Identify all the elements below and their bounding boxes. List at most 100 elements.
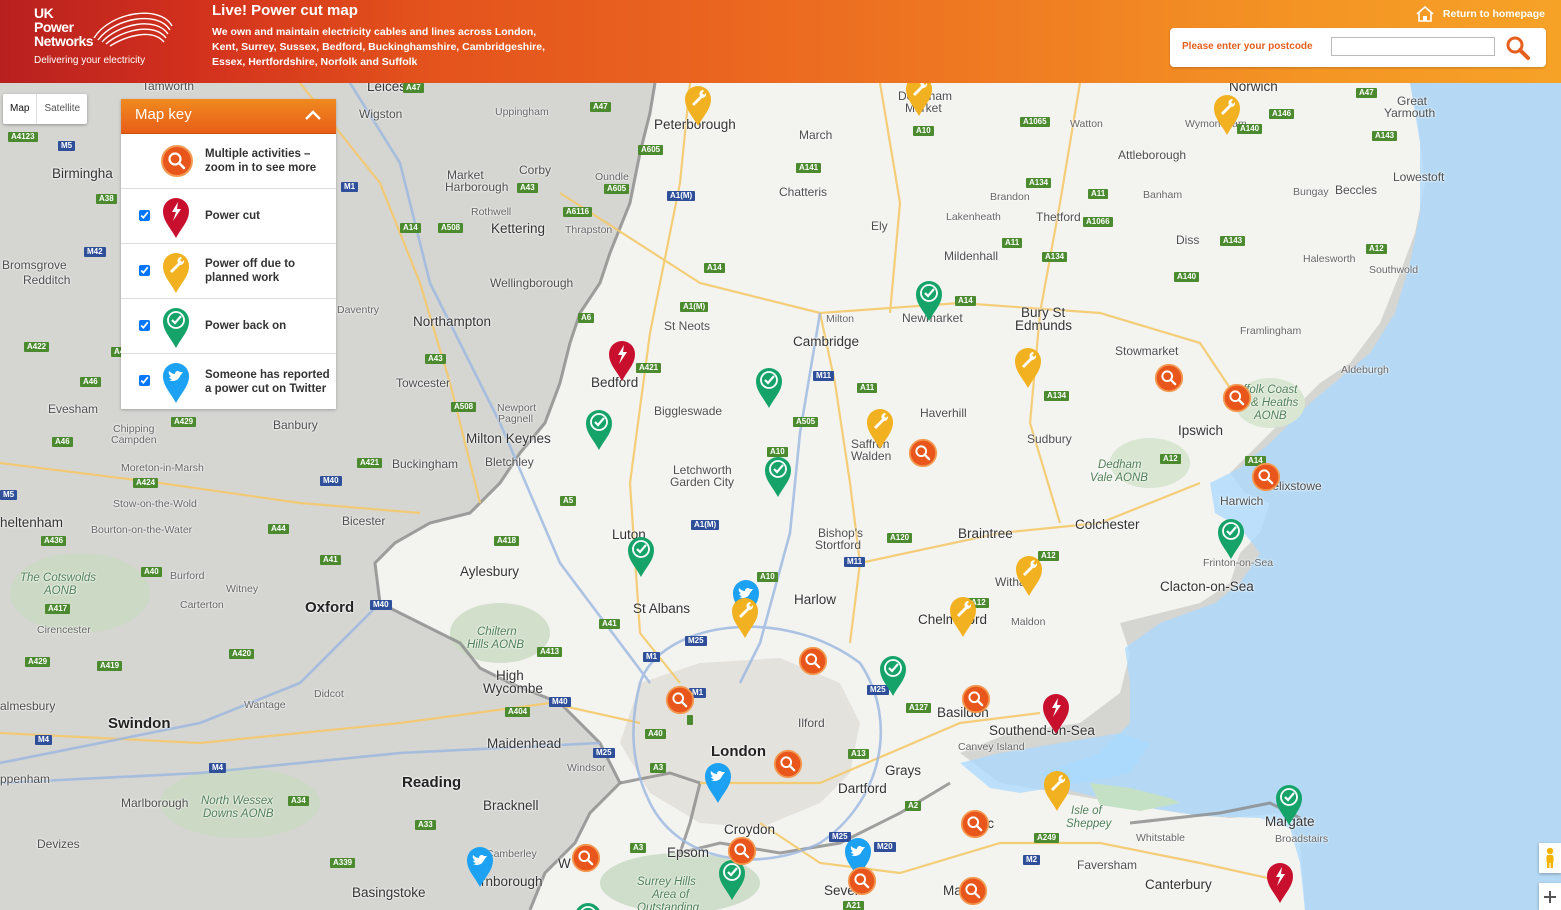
place-label: Hills AONB — [467, 639, 525, 651]
power-cut-map[interactable]: Tamworth Leicester Peterborough Downham … — [0, 83, 1561, 910]
multiple-activities-marker[interactable] — [1154, 363, 1184, 398]
road-shield: A47 — [403, 83, 424, 93]
power-back-on-marker[interactable] — [1274, 782, 1304, 831]
power-cut-marker[interactable] — [607, 338, 637, 387]
road-shield: A40 — [141, 567, 162, 577]
road-shield: A46 — [52, 437, 73, 447]
place-label: Canterbury — [1145, 877, 1212, 892]
twitter-checkbox[interactable] — [139, 375, 150, 386]
power-cut-marker[interactable] — [1265, 860, 1295, 909]
place-label: Birmingha — [52, 166, 113, 181]
planned-work-icon — [1016, 556, 1042, 596]
map-key-row-multiple: Multiple activities – zoom in to see mor… — [121, 134, 336, 189]
multiple-activities-marker[interactable] — [908, 438, 938, 473]
twitter-report-marker[interactable] — [465, 844, 495, 893]
header: UK Power Networks Delivering your electr… — [0, 0, 1561, 83]
place-label: heltenham — [0, 515, 64, 530]
multiple-activities-icon — [960, 809, 990, 839]
place-label: Canvey Island — [958, 741, 1025, 753]
planned-work-marker[interactable] — [948, 594, 978, 643]
power-back-on-marker[interactable] — [914, 278, 944, 327]
place-label: Milton — [826, 313, 855, 325]
multiple-activities-marker[interactable] — [571, 843, 601, 878]
road-shield: A140 — [1174, 272, 1200, 282]
power-back-on-marker[interactable] — [763, 454, 793, 503]
place-label: Towcester — [396, 376, 451, 390]
planned-work-checkbox[interactable] — [139, 265, 150, 276]
power-back-on-marker[interactable] — [1216, 516, 1246, 565]
multiple-activities-marker[interactable] — [960, 809, 990, 844]
road-shield: A413 — [537, 647, 563, 657]
map-type-map-button[interactable]: Map — [3, 94, 38, 124]
place-label: ppenham — [0, 772, 51, 786]
multiple-activities-marker[interactable] — [798, 646, 828, 681]
map-key-header[interactable]: Map key — [121, 99, 336, 134]
road-shield: A143 — [1220, 236, 1246, 246]
planned-work-marker[interactable] — [683, 83, 713, 132]
place-label: Outstanding — [637, 902, 700, 910]
place-label: Tamworth — [142, 83, 195, 93]
multiple-activities-marker[interactable] — [665, 685, 695, 720]
road-shield: A38 — [96, 194, 117, 204]
road-shield: A429 — [25, 657, 51, 667]
road-shield: A1(M) — [680, 302, 709, 312]
road-shield: A44 — [268, 524, 289, 534]
street-view-pegman[interactable] — [1539, 843, 1561, 873]
planned-work-marker[interactable] — [1013, 345, 1043, 394]
place-label: Croydon — [724, 822, 776, 837]
multiple-activities-marker[interactable] — [847, 866, 877, 901]
logo-swirl-icon — [93, 12, 173, 47]
power-back-on-marker[interactable] — [573, 900, 603, 910]
power-back-on-marker[interactable] — [754, 365, 784, 414]
power-back-on-marker[interactable] — [878, 653, 908, 702]
place-label: Wigston — [359, 107, 403, 121]
place-label: Swindon — [108, 715, 171, 732]
planned-work-icon — [732, 598, 758, 638]
multiple-activities-marker[interactable] — [773, 749, 803, 784]
map-type-satellite-button[interactable]: Satellite — [37, 94, 87, 124]
road-shield: A141 — [796, 163, 822, 173]
twitter-report-marker[interactable] — [703, 760, 733, 809]
power-back-on-checkbox[interactable] — [139, 320, 150, 331]
planned-work-marker[interactable] — [1014, 553, 1044, 602]
road-shield: A41 — [599, 619, 620, 629]
planned-work-icon — [950, 597, 976, 637]
road-shield: M25 — [685, 636, 707, 646]
postcode-input[interactable] — [1331, 37, 1495, 56]
power-back-on-marker[interactable] — [584, 407, 614, 456]
zoom-in-button[interactable] — [1539, 883, 1561, 910]
multiple-activities-marker[interactable] — [1222, 383, 1252, 418]
place-label: Area of — [652, 889, 690, 901]
return-to-homepage-link[interactable]: Return to homepage — [1415, 6, 1545, 22]
place-label: Bicester — [342, 514, 386, 528]
multiple-activities-marker[interactable] — [727, 836, 757, 871]
planned-work-marker[interactable] — [730, 595, 760, 644]
planned-work-marker[interactable] — [1042, 768, 1072, 817]
postcode-search-button[interactable] — [1504, 35, 1532, 61]
place-label: Grays — [885, 763, 922, 778]
road-shield: M11 — [844, 557, 866, 567]
multiple-activities-marker[interactable] — [961, 684, 991, 719]
place-label: Daventry — [337, 304, 380, 316]
twitter-icon — [467, 847, 493, 887]
place-label: Framlingham — [1240, 325, 1302, 337]
power-back-on-icon — [765, 457, 791, 497]
uk-power-networks-logo[interactable]: UK Power Networks Delivering your electr… — [34, 6, 194, 70]
power-back-on-marker[interactable] — [626, 534, 656, 583]
multiple-activities-marker[interactable] — [1251, 462, 1281, 497]
planned-work-icon — [1044, 771, 1070, 811]
road-shield: A143 — [1372, 131, 1398, 141]
multiple-activities-marker[interactable] — [958, 876, 988, 910]
road-shield: A424 — [133, 478, 159, 488]
planned-work-marker[interactable] — [904, 83, 934, 122]
planned-work-marker[interactable] — [1212, 92, 1242, 141]
power-back-on-icon — [586, 410, 612, 450]
road-shield: A47 — [590, 102, 611, 112]
road-shield: A12 — [1160, 454, 1181, 464]
logo-tagline: Delivering your electricity — [34, 55, 146, 66]
place-label: Edmunds — [1015, 318, 1073, 333]
planned-work-marker[interactable] — [865, 406, 895, 455]
power-cut-marker[interactable] — [1041, 691, 1071, 740]
power-cut-checkbox[interactable] — [139, 210, 150, 221]
place-label: Bourton-on-the-Water — [91, 524, 193, 536]
